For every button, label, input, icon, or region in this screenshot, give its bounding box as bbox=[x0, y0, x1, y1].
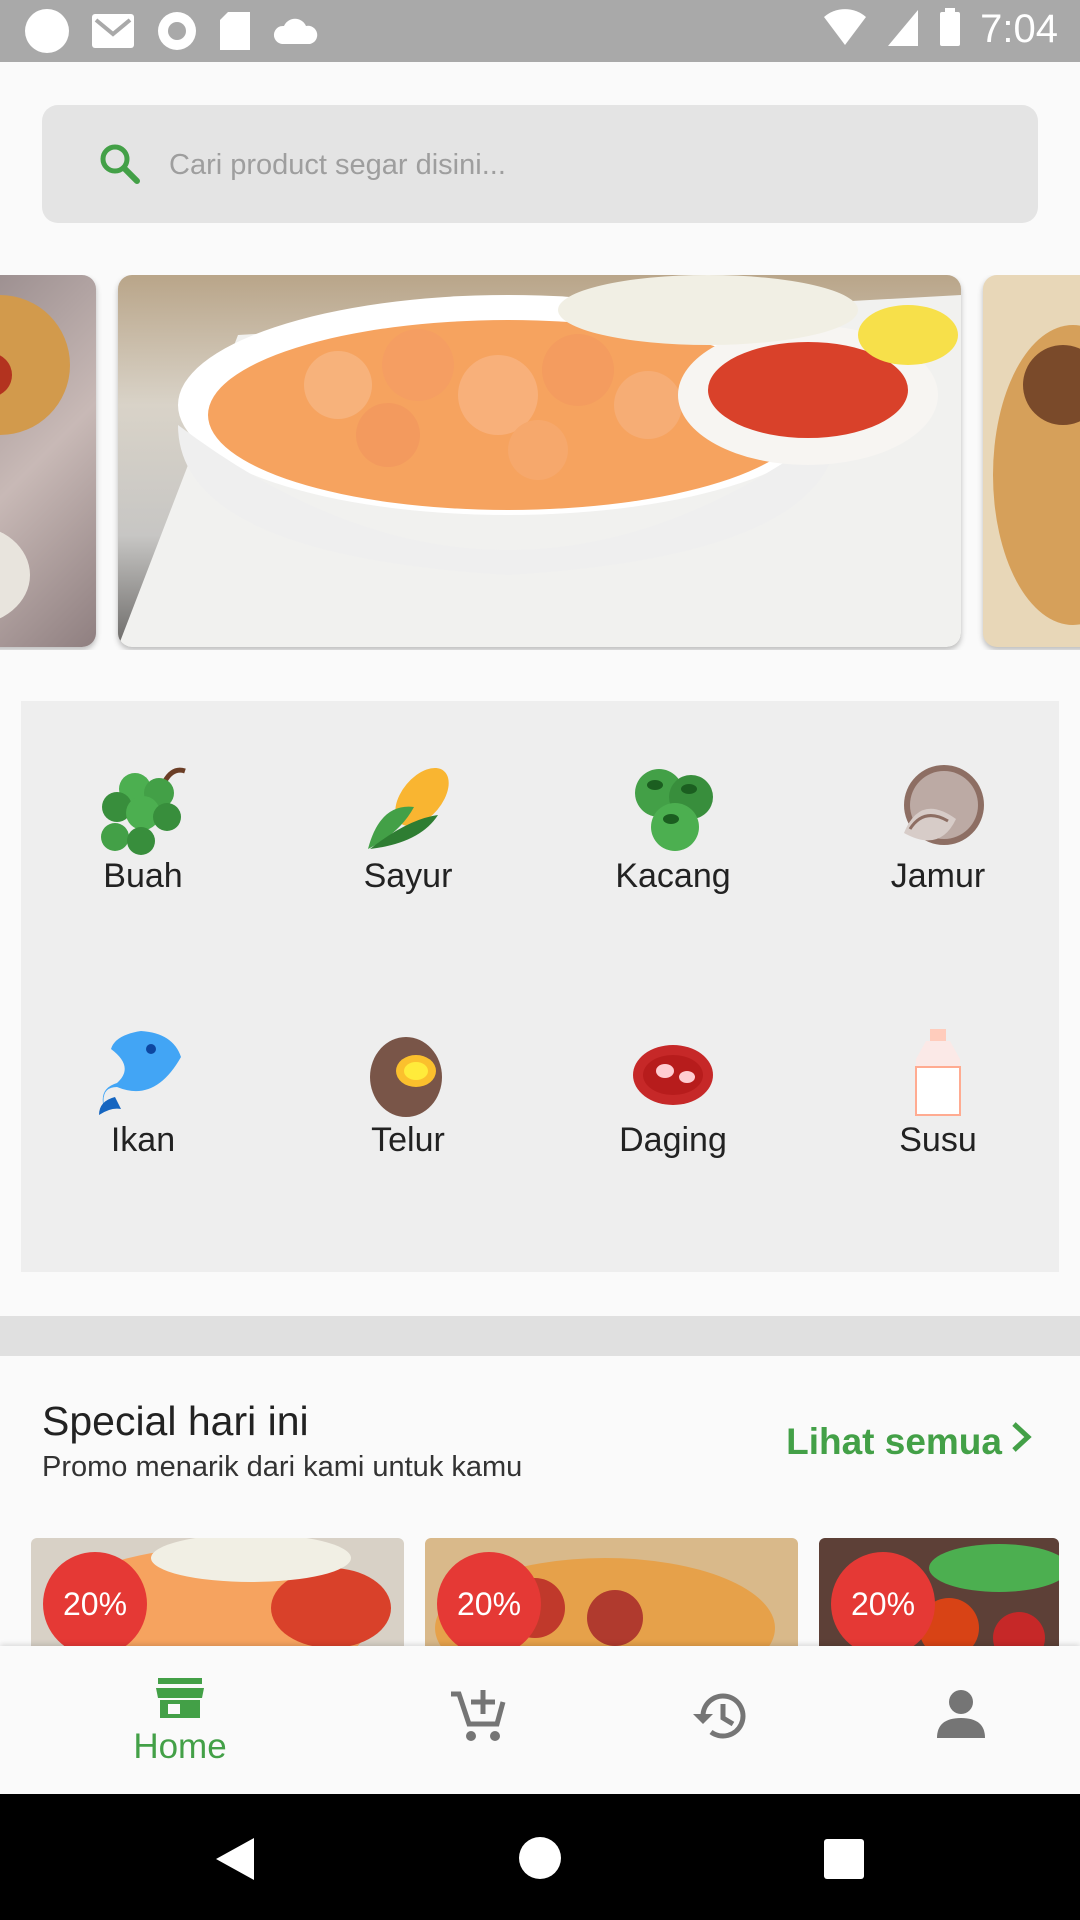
discount-badge: 20% bbox=[437, 1552, 541, 1646]
bottom-navigation: Home bbox=[0, 1646, 1080, 1794]
see-all-link[interactable]: Lihat semua bbox=[786, 1420, 1032, 1463]
store-icon bbox=[154, 1678, 206, 1724]
mushroom-icon bbox=[858, 763, 1018, 855]
grapes-icon bbox=[63, 763, 223, 855]
meat-icon bbox=[593, 1027, 753, 1119]
notification-dot-icon bbox=[24, 8, 70, 59]
discount-badge: 20% bbox=[43, 1552, 147, 1646]
category-label: Ikan bbox=[110, 1121, 176, 1159]
fish-icon bbox=[63, 1027, 223, 1119]
category-item-daging[interactable]: Daging bbox=[593, 1027, 753, 1160]
battery-icon bbox=[938, 6, 962, 53]
recents-icon[interactable] bbox=[824, 1839, 864, 1884]
promo-list[interactable]: 20% 20% 20% bbox=[0, 1536, 1080, 1646]
see-all-label: Lihat semua bbox=[786, 1420, 1002, 1462]
promo-card[interactable]: 20% bbox=[819, 1538, 1059, 1646]
chevron-right-icon bbox=[1010, 1420, 1032, 1463]
category-item-jamur[interactable]: Jamur bbox=[858, 763, 1018, 896]
category-label: Buah bbox=[103, 857, 183, 895]
banner-shrimp[interactable] bbox=[118, 275, 961, 647]
nav-home[interactable]: Home bbox=[110, 1676, 250, 1767]
sd-card-icon bbox=[218, 10, 252, 57]
search-icon bbox=[97, 141, 143, 192]
section-divider bbox=[0, 1316, 1080, 1356]
banner-prev[interactable] bbox=[0, 275, 96, 647]
record-icon bbox=[156, 10, 198, 57]
person-icon bbox=[935, 1690, 987, 1744]
category-label: Daging bbox=[619, 1121, 727, 1159]
history-icon bbox=[691, 1693, 749, 1748]
nav-cart[interactable] bbox=[408, 1688, 548, 1749]
gmail-icon bbox=[90, 10, 136, 57]
category-label: Telur bbox=[371, 1121, 445, 1159]
banner-carousel[interactable] bbox=[0, 275, 1080, 650]
system-navigation-bar bbox=[0, 1794, 1080, 1920]
status-bar: 7:04 bbox=[0, 0, 1080, 62]
category-label: Sayur bbox=[363, 857, 453, 895]
category-label: Kacang bbox=[615, 857, 731, 895]
nav-profile[interactable] bbox=[891, 1688, 1031, 1745]
signal-icon bbox=[886, 6, 920, 53]
milk-icon bbox=[858, 1027, 1018, 1119]
add-cart-icon bbox=[449, 1690, 507, 1748]
promo-card[interactable]: 20% bbox=[425, 1538, 798, 1646]
status-time: 7:04 bbox=[980, 7, 1058, 51]
category-item-buah[interactable]: Buah bbox=[63, 763, 223, 896]
search-bar[interactable] bbox=[42, 105, 1038, 223]
beans-icon bbox=[593, 763, 753, 855]
category-item-telur[interactable]: Telur bbox=[328, 1027, 488, 1160]
search-input[interactable] bbox=[167, 135, 991, 195]
category-item-kacang[interactable]: Kacang bbox=[593, 763, 753, 896]
banner-next[interactable] bbox=[983, 275, 1080, 647]
back-icon[interactable] bbox=[214, 1836, 256, 1887]
category-item-sayur[interactable]: Sayur bbox=[328, 763, 488, 896]
category-grid: Buah Sayur Kacang Jamur Ikan Telur Dagin… bbox=[21, 701, 1059, 1272]
cloud-icon bbox=[272, 14, 318, 53]
promo-card[interactable]: 20% bbox=[31, 1538, 404, 1646]
category-item-ikan[interactable]: Ikan bbox=[63, 1027, 223, 1160]
category-label: Susu bbox=[899, 1121, 977, 1159]
home-icon[interactable] bbox=[518, 1836, 562, 1885]
wifi-icon bbox=[822, 7, 868, 52]
category-label: Jamur bbox=[890, 857, 986, 895]
section-title: Special hari ini bbox=[42, 1398, 309, 1444]
category-item-susu[interactable]: Susu bbox=[858, 1027, 1018, 1160]
egg-icon bbox=[328, 1027, 488, 1119]
nav-history[interactable] bbox=[650, 1688, 790, 1749]
discount-badge: 20% bbox=[831, 1552, 935, 1646]
corn-icon bbox=[328, 763, 488, 855]
nav-home-label: Home bbox=[133, 1727, 227, 1766]
section-subtitle: Promo menarik dari kami untuk kamu bbox=[42, 1451, 523, 1483]
